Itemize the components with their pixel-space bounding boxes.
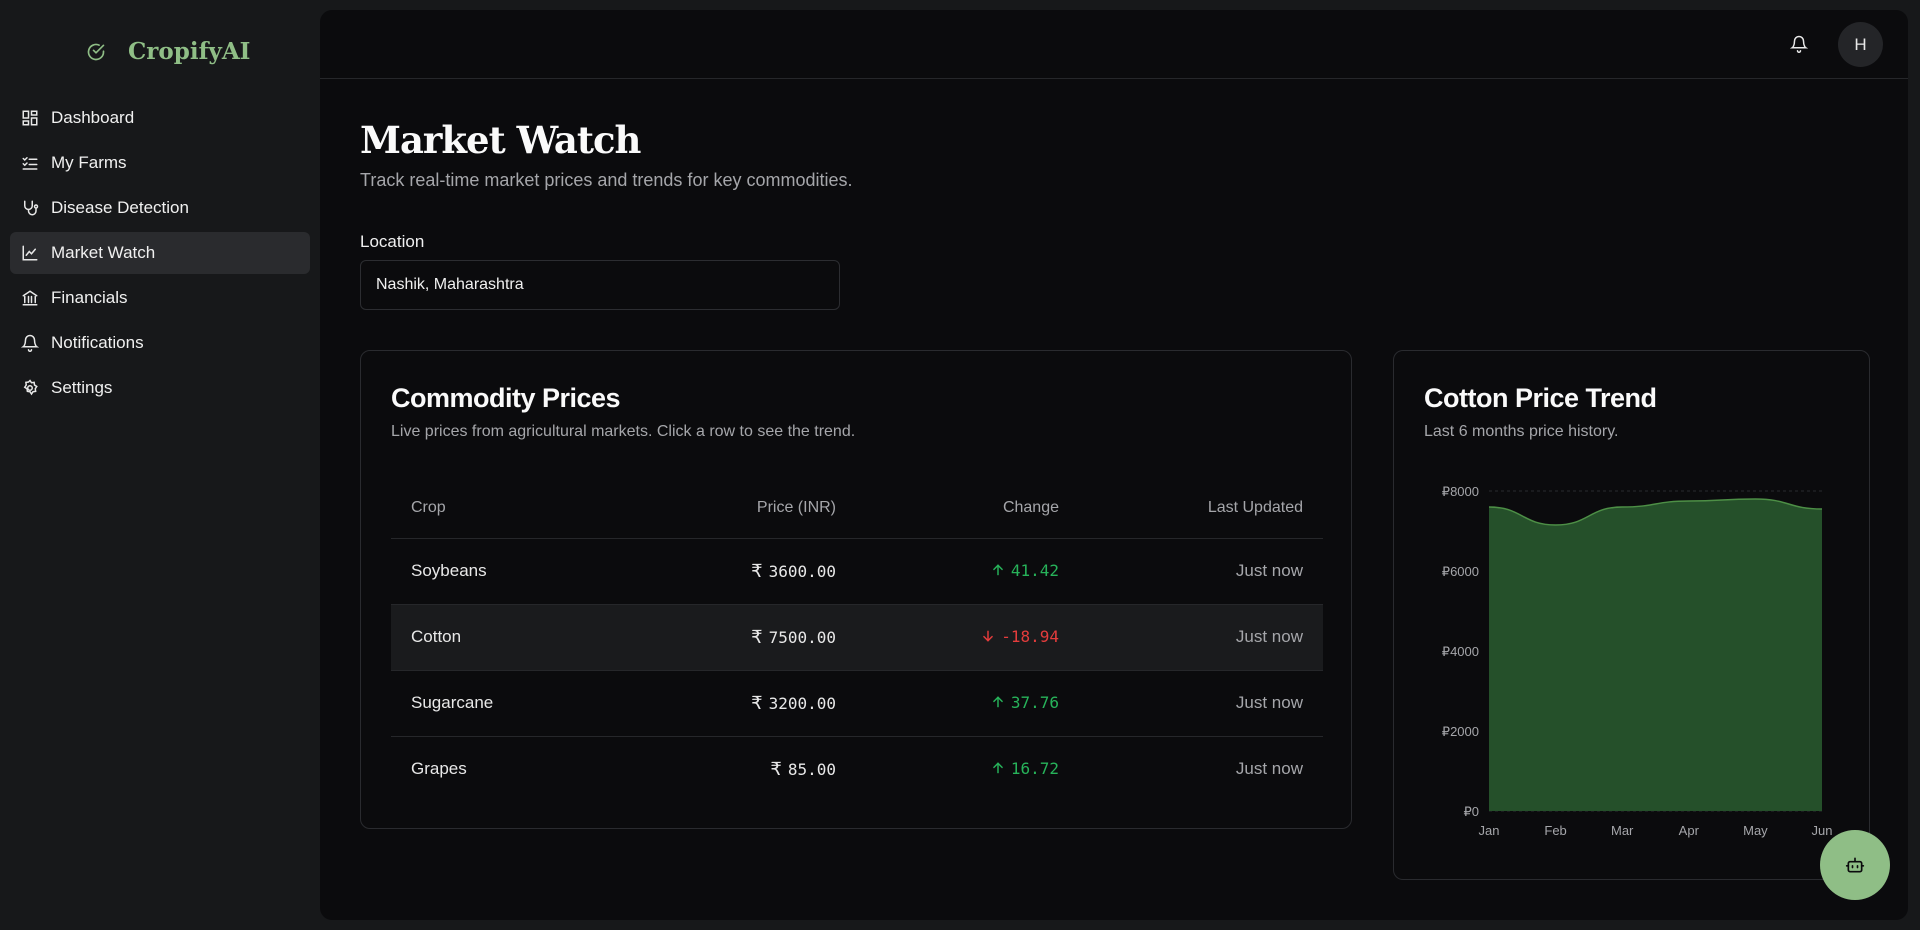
page-subtitle: Track real-time market prices and trends… <box>360 170 853 190</box>
checklist-icon <box>22 157 38 170</box>
crop-cell: Cotton <box>391 604 611 671</box>
brand[interactable]: CropifyAI <box>86 38 250 65</box>
x-tick-label: Jun <box>1812 823 1833 838</box>
robot-icon <box>1845 857 1865 873</box>
card-title: Cotton Price Trend <box>1424 383 1657 413</box>
sidebar-item-label: Disease Detection <box>51 198 189 217</box>
price-cell: ₹7500.00 <box>611 604 836 671</box>
x-tick-label: Mar <box>1611 823 1634 838</box>
notification-bell-icon[interactable] <box>1790 34 1808 54</box>
bank-icon <box>22 290 38 306</box>
sidebar-item-financials[interactable]: Financials <box>10 277 310 319</box>
price-cell: ₹3200.00 <box>611 670 836 737</box>
change-cell: 16.72 <box>836 736 1059 802</box>
sidebar-item-notifications[interactable]: Notifications <box>10 322 310 364</box>
main-content: H Market Watch Track real-time market pr… <box>320 10 1908 920</box>
table-header-row: Crop Price (INR) Change Last Updated <box>391 479 1323 539</box>
location-input[interactable] <box>360 260 840 310</box>
crop-cell: Grapes <box>411 759 467 779</box>
bell-icon <box>21 334 39 352</box>
change-cell: 41.42 <box>836 538 1059 605</box>
commodity-prices-card: Commodity Prices Live prices from agricu… <box>360 350 1352 829</box>
grid-icon <box>22 110 38 126</box>
sidebar-item-disease-detection[interactable]: Disease Detection <box>10 187 310 229</box>
rupee-icon: ₹ <box>770 758 782 780</box>
table-row[interactable]: Grapes ₹85.00 16.72 Just now <box>391 736 1323 802</box>
column-header-price: Price (INR) <box>611 479 836 539</box>
sidebar-item-label: My Farms <box>51 153 127 172</box>
sidebar-item-label: Notifications <box>51 333 144 352</box>
y-tick-label: ₽2000 <box>1442 724 1479 739</box>
updated-cell: Just now <box>1059 538 1323 605</box>
crop-cell: Sugarcane <box>391 670 611 737</box>
updated-cell: Just now <box>1235 759 1303 779</box>
sidebar-item-my-farms[interactable]: My Farms <box>10 142 310 184</box>
sidebar-item-label: Market Watch <box>51 243 156 262</box>
stethoscope-icon <box>24 200 39 216</box>
location-label: Location <box>360 232 425 251</box>
avatar[interactable]: H <box>1838 22 1883 67</box>
rupee-icon: ₹ <box>751 560 763 582</box>
sidebar-item-settings[interactable]: Settings <box>10 367 310 409</box>
gear-icon <box>23 379 38 396</box>
price-cell: ₹85.00 <box>770 758 836 780</box>
x-tick-label: May <box>1743 823 1768 838</box>
sidebar-item-label: Settings <box>51 378 113 397</box>
y-tick-label: ₽4000 <box>1442 644 1479 659</box>
sidebar-item-label: Dashboard <box>51 108 135 127</box>
arrow-down-icon <box>983 630 994 642</box>
x-tick-label: Apr <box>1679 823 1700 838</box>
arrow-up-icon <box>993 762 1003 774</box>
rupee-icon: ₹ <box>751 692 763 714</box>
x-tick-label: Jan <box>1479 823 1500 838</box>
table-row-selected[interactable]: Cotton ₹7500.00 -18.94 Just now <box>391 604 1323 671</box>
sidebar: CropifyAI Dashboard My Farms Disease Det… <box>0 0 320 930</box>
sidebar-item-label: Financials <box>51 288 128 307</box>
updated-cell: Just now <box>1059 604 1323 671</box>
sidebar-item-market-watch[interactable]: Market Watch <box>10 232 310 274</box>
table-row[interactable]: Sugarcane ₹3200.00 37.76 Just now <box>391 670 1323 737</box>
price-trend-chart: ₽0 ₽2000 ₽4000 ₽6000 ₽8000 Jan Feb Mar Apr May Jun <box>1442 484 1833 838</box>
commodity-table: Crop Price (INR) Change Last Updated Soy… <box>391 479 1323 802</box>
card-description: Live prices from agricultural markets. C… <box>391 423 856 440</box>
y-tick-label: ₽6000 <box>1442 564 1479 579</box>
sidebar-item-dashboard[interactable]: Dashboard <box>10 97 310 139</box>
card-description: Last 6 months price history. <box>1424 423 1619 440</box>
price-trend-card: Cotton Price Trend Last 6 months price h… <box>1393 350 1870 880</box>
y-tick-label: ₽0 <box>1463 804 1479 819</box>
price-cell: ₹3600.00 <box>611 538 836 605</box>
assistant-button[interactable] <box>1820 830 1890 900</box>
page-title: Market Watch <box>360 118 641 162</box>
column-header-last-updated: Last Updated <box>1059 479 1323 539</box>
check-circle-icon <box>87 43 105 60</box>
chart-icon <box>22 245 38 261</box>
x-tick-label: Feb <box>1544 823 1566 838</box>
arrow-up-icon <box>993 696 1003 708</box>
column-header-change: Change <box>836 479 1059 539</box>
area-fill <box>1489 499 1822 811</box>
brand-name: CropifyAI <box>128 38 251 65</box>
updated-cell: Just now <box>1059 670 1323 737</box>
change-cell: 37.76 <box>836 670 1059 737</box>
y-tick-label: ₽8000 <box>1442 484 1479 499</box>
arrow-up-icon <box>993 564 1003 576</box>
sidebar-nav: Dashboard My Farms Disease Detection Mar… <box>10 97 310 412</box>
card-title: Commodity Prices <box>391 383 621 413</box>
column-header-crop: Crop <box>391 479 611 539</box>
change-cell: -18.94 <box>836 604 1059 671</box>
rupee-icon: ₹ <box>751 626 763 648</box>
crop-cell: Soybeans <box>391 538 611 605</box>
table-row[interactable]: Soybeans ₹3600.00 41.42 Just now <box>391 538 1323 605</box>
top-bar: H <box>320 10 1908 79</box>
